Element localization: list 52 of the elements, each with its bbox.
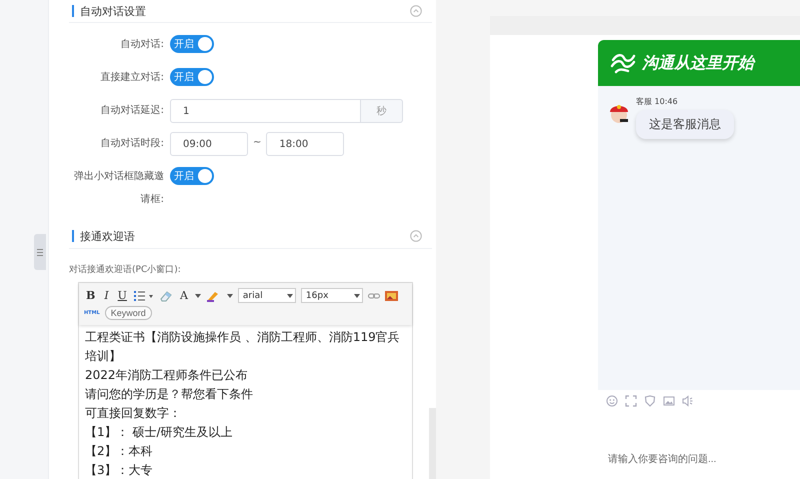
sender-name: 客服 [636, 97, 652, 106]
unit-label: 秒 [361, 99, 403, 123]
field-label: 自动对话延迟: [100, 104, 165, 118]
toggle-switch[interactable]: 开启 [170, 167, 214, 185]
caret-icon[interactable] [226, 294, 233, 298]
wave-logo-icon [610, 51, 636, 75]
message-line: 可直接回复数字： [85, 405, 182, 422]
message-bubble: 这是客服消息 [636, 110, 734, 139]
message-line: 请问您的学历是？帮您看下条件 [85, 386, 254, 403]
shield-icon[interactable] [644, 395, 656, 407]
list-icon[interactable] [134, 290, 154, 302]
font-family-select[interactable]: arial [238, 288, 296, 303]
underline-button[interactable]: U [116, 289, 129, 302]
italic-button[interactable]: I [102, 289, 111, 302]
font-color-button[interactable]: A [178, 289, 190, 302]
message-line: 【1】： 硕士/研究生及以上 [85, 424, 234, 441]
field-label: 对话接通欢迎语(PC小窗口): [69, 264, 182, 276]
bold-button[interactable]: B [84, 289, 98, 302]
link-icon[interactable] [368, 292, 380, 300]
message-line: 工程类证书【消防设施操作员 、消防工程师、消防119官兵培训】 [85, 329, 401, 365]
range-separator: ~ [253, 137, 262, 148]
message-time: 10:46 [654, 97, 678, 106]
field-label: 弹出小对话框隐藏邀请框: [73, 170, 165, 207]
eraser-icon[interactable] [158, 290, 173, 302]
message-line: 【3】：大专 [85, 462, 154, 479]
font-size-select[interactable]: 16px [300, 288, 363, 303]
message-line: 【2】：本科 [85, 443, 154, 460]
panel-resize-handle[interactable] [34, 234, 46, 270]
field-label: 直接建立对话: [100, 70, 165, 85]
firefighter-avatar-icon [608, 102, 630, 126]
collapse-icon[interactable] [410, 5, 422, 17]
image-icon[interactable] [384, 290, 398, 300]
caret-icon[interactable] [354, 294, 360, 298]
field-label: 自动对话: [120, 38, 165, 52]
toggle-switch[interactable]: 开启 [170, 68, 214, 86]
end-time-input[interactable]: 18:00 [266, 132, 344, 156]
collapse-icon[interactable] [410, 230, 422, 242]
caret-icon[interactable] [194, 294, 201, 298]
caret-icon[interactable] [286, 294, 293, 298]
delay-input[interactable]: 1 [170, 99, 361, 123]
message-line: 2022年消防工程师条件已公布 [85, 367, 249, 384]
start-time-input[interactable]: 09:00 [170, 132, 248, 156]
screenshot-icon[interactable] [625, 395, 637, 407]
toggle-switch[interactable]: 开启 [170, 35, 214, 53]
emoji-icon[interactable] [606, 395, 618, 407]
section-title: 接通欢迎语 [80, 228, 136, 244]
chat-input-field[interactable]: 请输入你要咨询的问题... [598, 409, 800, 479]
section-title: 自动对话设置 [80, 4, 147, 18]
field-label: 自动对话时段: [100, 136, 165, 151]
chat-title: 沟通从这里开始 [642, 52, 754, 74]
speaker-icon[interactable] [682, 395, 694, 407]
keyword-button[interactable]: Keyword [104, 306, 152, 320]
